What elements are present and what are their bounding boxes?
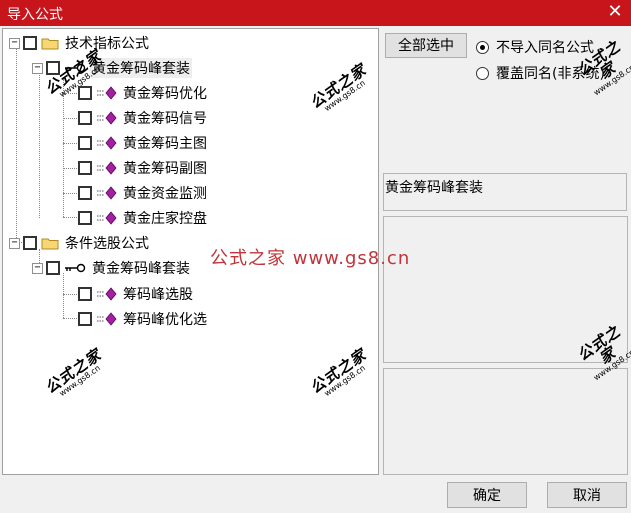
- ok-button[interactable]: 确定: [447, 482, 527, 508]
- formula-diamond-icon: [97, 161, 117, 175]
- suite-label: 黄金筹码峰套装: [92, 261, 190, 277]
- key-icon: [65, 63, 86, 73]
- formula-name-box: 黄金筹码峰套装: [383, 173, 627, 211]
- tree-suite-2[interactable]: − 黄金筹码峰套装: [32, 256, 192, 280]
- item-label: 黄金筹码副图: [123, 161, 207, 177]
- formula-diamond-icon: [97, 136, 117, 150]
- watermark-stamp: 公式之家 www.gs8.cn: [41, 345, 105, 399]
- suite-checkbox[interactable]: [46, 61, 60, 75]
- tree-item[interactable]: 黄金筹码信号: [78, 106, 209, 130]
- item-checkbox[interactable]: [78, 136, 92, 150]
- item-checkbox[interactable]: [78, 186, 92, 200]
- folder-icon: [41, 238, 59, 249]
- tree-item[interactable]: 黄金筹码优化: [78, 81, 209, 105]
- group-checkbox[interactable]: [23, 36, 37, 50]
- key-icon: [65, 263, 86, 273]
- watermark-stamp: 公式之家 www.gs8.cn: [306, 60, 370, 114]
- tree-item[interactable]: 筹码峰优化选: [78, 307, 209, 331]
- item-checkbox[interactable]: [78, 312, 92, 326]
- item-label: 黄金筹码信号: [123, 111, 207, 127]
- item-label: 黄金筹码优化: [123, 86, 207, 102]
- tree-item[interactable]: 黄金资金监测: [78, 181, 209, 205]
- formula-diamond-icon: [97, 211, 117, 225]
- suite-checkbox[interactable]: [46, 261, 60, 275]
- tree-suite-1[interactable]: − 黄金筹码峰套装: [32, 56, 192, 80]
- formula-description-box: [383, 216, 628, 363]
- formula-diamond-icon: [97, 312, 117, 326]
- tree-group-stock-filter[interactable]: − 条件选股公式: [9, 231, 151, 255]
- radio-skip-duplicates[interactable]: 不导入同名公式: [476, 37, 594, 57]
- item-label: 黄金庄家控盘: [123, 211, 207, 227]
- suite-label: 黄金筹码峰套装: [90, 58, 192, 78]
- group-label: 技术指标公式: [65, 36, 149, 52]
- title-bar: 导入公式 ✕: [0, 0, 631, 26]
- item-checkbox[interactable]: [78, 161, 92, 175]
- group-checkbox[interactable]: [23, 236, 37, 250]
- formula-diamond-icon: [97, 287, 117, 301]
- tree-item[interactable]: 黄金筹码主图: [78, 131, 209, 155]
- radio-label: 不导入同名公式: [496, 40, 594, 56]
- window-title: 导入公式: [7, 7, 63, 23]
- tree-item[interactable]: 黄金筹码副图: [78, 156, 209, 180]
- radio-button[interactable]: [476, 66, 489, 80]
- collapse-toggle[interactable]: −: [9, 37, 20, 49]
- item-label: 筹码峰选股: [123, 287, 193, 303]
- collapse-toggle[interactable]: −: [32, 62, 43, 74]
- formula-diamond-icon: [97, 111, 117, 125]
- tree-item[interactable]: 黄金庄家控盘: [78, 206, 209, 230]
- item-checkbox[interactable]: [78, 86, 92, 100]
- radio-button[interactable]: [476, 40, 489, 54]
- item-checkbox[interactable]: [78, 111, 92, 125]
- tree-group-indicators[interactable]: − 技术指标公式: [9, 31, 151, 55]
- close-icon[interactable]: ✕: [605, 1, 625, 23]
- item-label: 黄金筹码主图: [123, 136, 207, 152]
- formula-diamond-icon: [97, 86, 117, 100]
- item-checkbox[interactable]: [78, 211, 92, 225]
- item-label: 黄金资金监测: [123, 186, 207, 202]
- radio-label: 覆盖同名(非系统): [496, 66, 605, 82]
- watermark-stamp: 公式之家 www.gs8.cn: [306, 345, 370, 399]
- formula-diamond-icon: [97, 186, 117, 200]
- formula-info-box: [383, 368, 628, 475]
- center-watermark: 公式之家 www.gs8.cn: [210, 248, 411, 269]
- collapse-toggle[interactable]: −: [9, 237, 20, 249]
- item-label: 筹码峰优化选: [123, 312, 207, 328]
- radio-overwrite[interactable]: 覆盖同名(非系统): [476, 63, 605, 83]
- tree-item[interactable]: 筹码峰选股: [78, 282, 195, 306]
- collapse-toggle[interactable]: −: [32, 262, 43, 274]
- cancel-button[interactable]: 取消: [547, 482, 627, 508]
- select-all-button[interactable]: 全部选中: [385, 33, 467, 58]
- group-label: 条件选股公式: [65, 236, 149, 252]
- item-checkbox[interactable]: [78, 287, 92, 301]
- folder-icon: [41, 38, 59, 49]
